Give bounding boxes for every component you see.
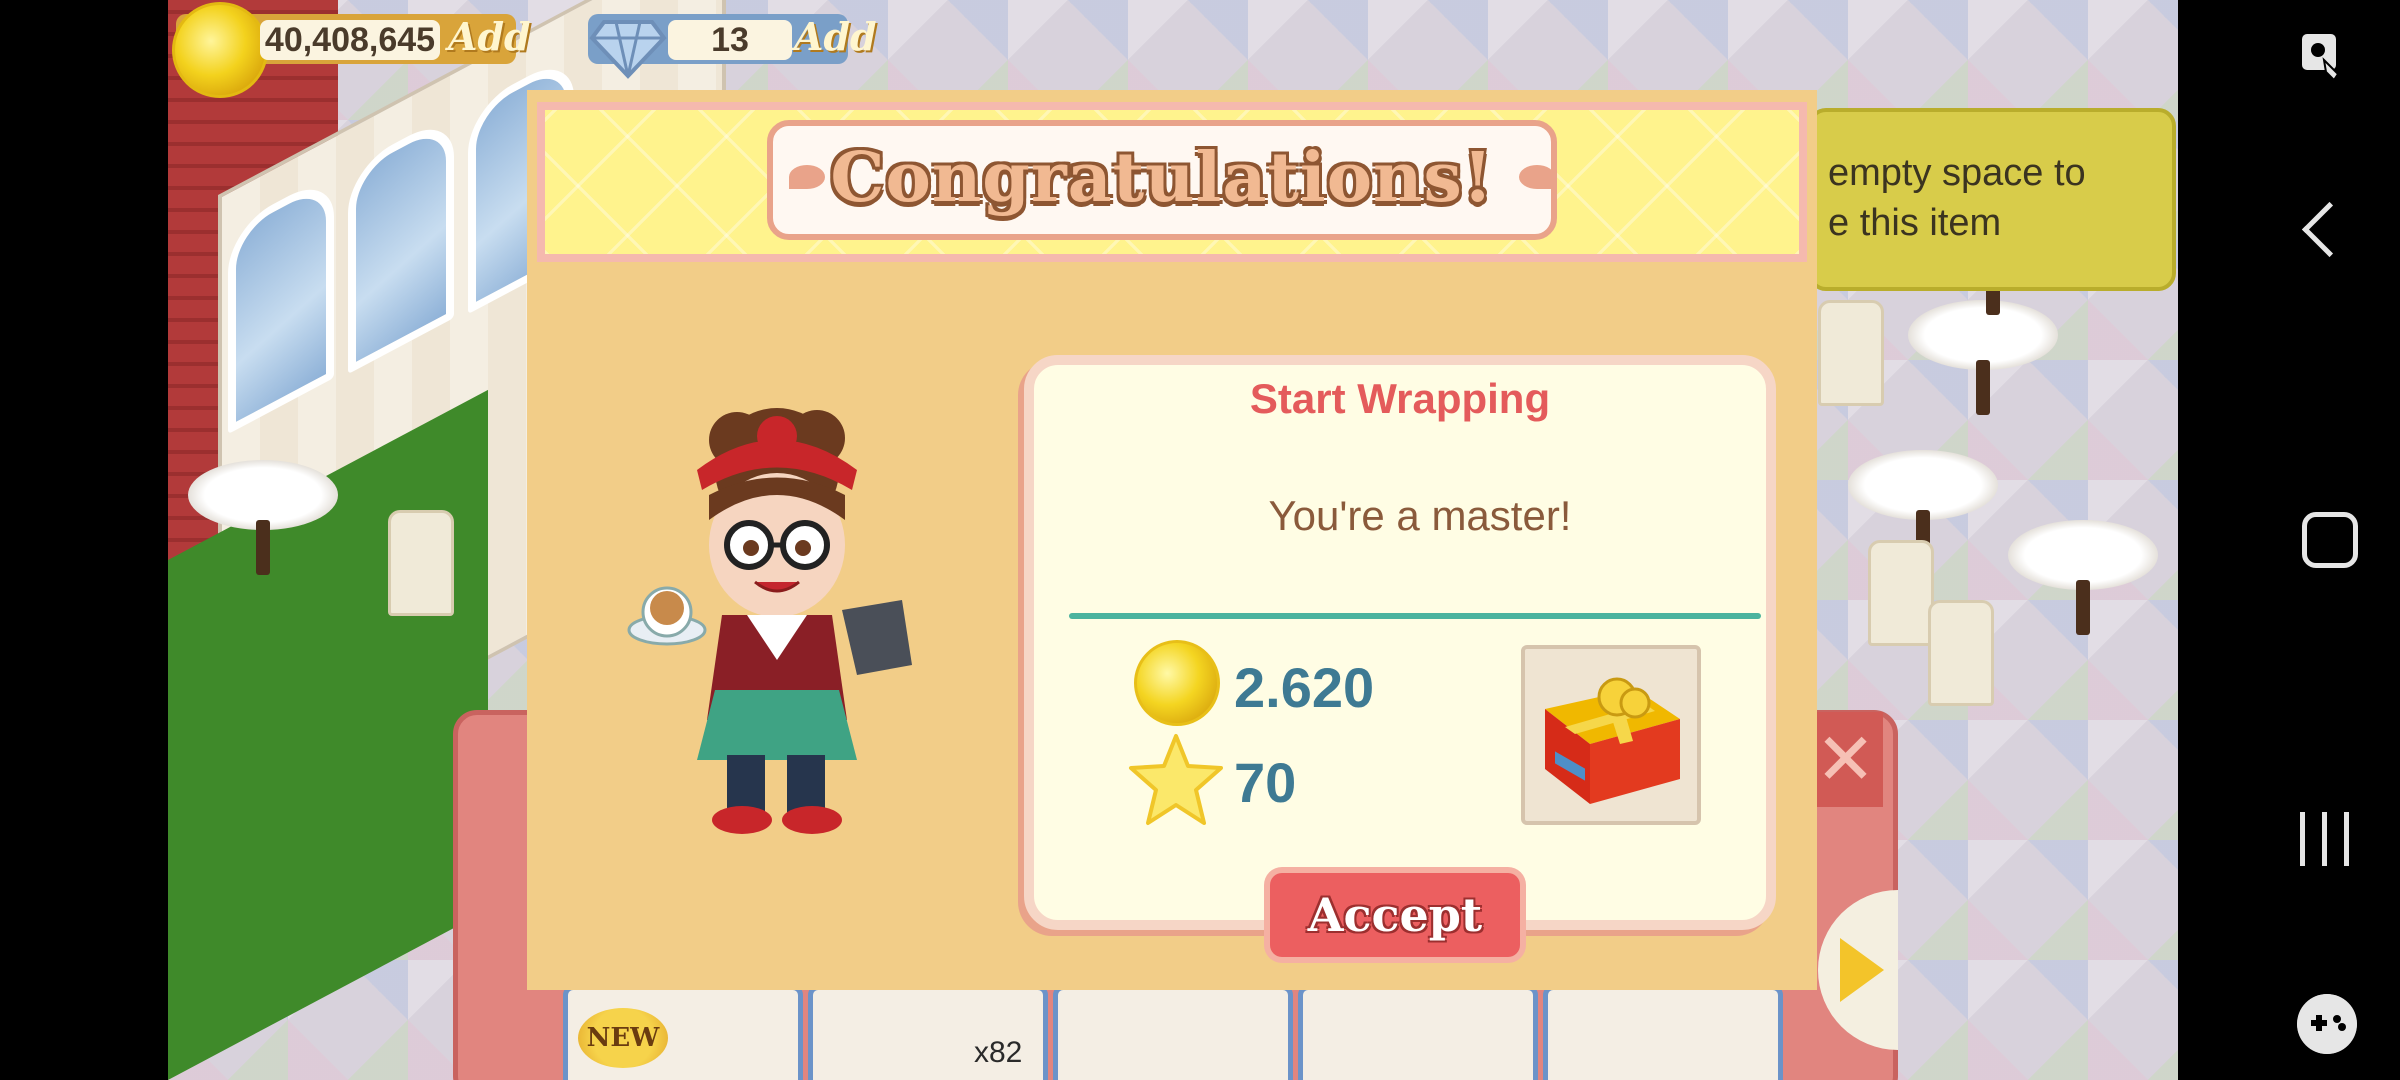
system-navigation-bar <box>2178 0 2400 1080</box>
add-gems-button[interactable]: Add <box>794 14 877 59</box>
screen-lock-icon[interactable] <box>2298 30 2348 90</box>
new-badge: NEW <box>578 1008 668 1068</box>
star-icon <box>1129 734 1223 825</box>
chef-character <box>627 408 912 834</box>
add-coins-button[interactable]: Add <box>448 14 531 59</box>
game-tools-icon[interactable] <box>2297 994 2357 1054</box>
cafe-chair[interactable] <box>1818 300 1884 406</box>
accept-button-label: Accept <box>1270 873 1520 957</box>
cafe-chair[interactable] <box>1868 540 1934 646</box>
accept-button[interactable]: Accept <box>1264 867 1526 963</box>
cafe-chair[interactable] <box>1928 600 1994 706</box>
diamond-icon <box>589 20 667 79</box>
cafe-chair[interactable] <box>388 510 454 616</box>
reward-card: Start Wrapping You're a master! 2.620 70 <box>1024 355 1776 930</box>
inventory-slot[interactable] <box>1298 985 1538 1080</box>
reward-item-slot <box>1521 645 1701 825</box>
coin-icon <box>172 2 268 98</box>
gift-box-icon <box>1545 677 1680 804</box>
cafe-table[interactable] <box>1908 300 2058 415</box>
tray-close-icon[interactable]: ✕ <box>1808 712 1883 807</box>
cafe-table[interactable] <box>2008 520 2158 635</box>
screen: empty space to e this item ✕ NEW x82 40,… <box>0 0 2400 1080</box>
inventory-slot[interactable] <box>1543 985 1783 1080</box>
slot-count: x82 <box>974 1036 1023 1069</box>
card-divider <box>1069 613 1761 619</box>
reward-stars-value: 70 <box>1234 751 1297 814</box>
card-message: You're a master! <box>1268 492 1572 539</box>
gem-balance: 13 <box>668 20 792 60</box>
home-icon[interactable] <box>2302 512 2358 568</box>
congratulations-dialog: Congratulations! Start Wrapping You're a… <box>527 90 1817 990</box>
cafe-table[interactable] <box>188 460 338 575</box>
placement-hint-text: empty space to e this item <box>1828 152 2086 244</box>
reward-coins-value: 2.620 <box>1234 656 1375 719</box>
recents-icon[interactable] <box>2300 812 2352 866</box>
cafe-table[interactable] <box>1848 450 1998 565</box>
inventory-slot[interactable] <box>1053 985 1293 1080</box>
dialog-title: Congratulations! <box>830 138 1494 218</box>
coin-balance: 40,408,645 <box>260 20 440 60</box>
coin-icon <box>1134 640 1220 726</box>
card-title: Start Wrapping <box>1249 375 1551 422</box>
